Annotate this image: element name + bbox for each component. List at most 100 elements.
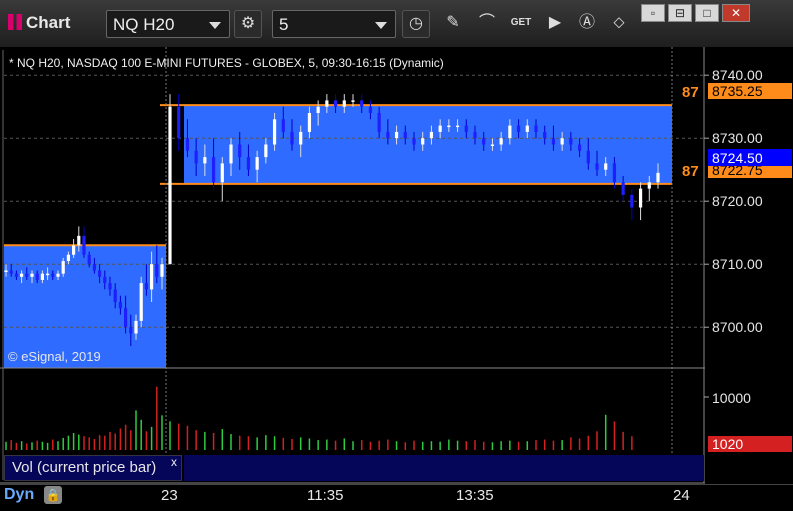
candle-body xyxy=(168,106,172,265)
candle-body xyxy=(255,157,259,170)
close-icon[interactable]: x xyxy=(171,455,177,469)
candle-body xyxy=(490,144,495,146)
candle-body xyxy=(342,100,346,107)
candle-body xyxy=(211,157,216,183)
candle-body xyxy=(307,113,312,132)
price-tick-label: 8740.00 xyxy=(712,67,763,83)
vol-last-value: 1020 xyxy=(712,436,743,452)
candle-body xyxy=(482,138,486,145)
candle-body xyxy=(40,273,44,280)
dynamic-label[interactable]: Dyn xyxy=(4,486,34,504)
candle-body xyxy=(9,270,13,274)
candle-body xyxy=(604,163,608,170)
candle-body xyxy=(333,100,338,107)
candle-body xyxy=(87,254,91,265)
price-tick-label: 8700.00 xyxy=(712,319,763,335)
candle-body xyxy=(630,194,634,208)
candle-body xyxy=(61,261,65,274)
candle-body xyxy=(160,264,164,277)
candle-body xyxy=(403,131,407,139)
candle-body xyxy=(51,273,55,277)
candle-body xyxy=(113,289,117,302)
candle-body xyxy=(316,106,320,113)
candle-body xyxy=(150,264,154,290)
candle-body xyxy=(46,273,50,276)
candle-body xyxy=(421,138,425,145)
candle-body xyxy=(543,131,547,139)
price-tick-label: 8710.00 xyxy=(712,256,763,272)
candle-body xyxy=(525,125,529,132)
candle-body xyxy=(30,273,34,277)
level-label-upper: 87 xyxy=(682,84,699,101)
candle-body xyxy=(412,138,416,145)
candle-body xyxy=(299,131,303,145)
candle-body xyxy=(551,138,556,145)
price-tick-label: 8720.00 xyxy=(712,193,763,209)
candle-body xyxy=(238,144,242,158)
candle-body xyxy=(220,163,224,183)
chart-header: * NQ H20, NASDAQ 100 E-MINI FUTURES - GL… xyxy=(9,56,444,70)
candle-body xyxy=(264,144,268,158)
candle-body xyxy=(577,144,582,151)
candle-body xyxy=(368,106,373,113)
candle-body xyxy=(325,100,329,107)
candle-body xyxy=(455,125,460,128)
candle-body xyxy=(621,182,625,195)
candle-body xyxy=(647,182,651,189)
candle-body xyxy=(246,157,251,170)
candle-body xyxy=(144,283,148,290)
candle-body xyxy=(516,125,521,132)
last-price: 8724.50 xyxy=(712,150,763,166)
candle-body xyxy=(155,264,159,277)
candle-body xyxy=(464,125,468,132)
level-label-lower: 87 xyxy=(682,163,699,180)
candle-body xyxy=(272,119,277,145)
candle-body xyxy=(447,125,451,128)
candle-body xyxy=(20,273,24,277)
candle-body xyxy=(124,308,128,328)
candle-body xyxy=(586,150,590,164)
candle-body xyxy=(229,144,233,164)
candle-body xyxy=(499,138,503,145)
candle-body xyxy=(35,273,39,280)
watermark: © eSignal, 2019 xyxy=(8,349,101,364)
x-tick-label: 13:35 xyxy=(456,487,494,504)
candle-body xyxy=(185,138,190,151)
candle-body xyxy=(612,163,617,183)
candle-body xyxy=(14,273,18,277)
candle-body xyxy=(66,254,70,262)
upper-level-price: 8735.25 xyxy=(712,83,763,99)
vol-tick-label: 10000 xyxy=(712,390,751,406)
candle-body xyxy=(534,125,538,132)
price-tick-label: 8730.00 xyxy=(712,130,763,146)
candle-body xyxy=(560,138,564,145)
x-tick-label: 24 xyxy=(673,487,690,504)
candle-body xyxy=(638,188,643,208)
candle-body xyxy=(129,327,133,334)
candle-body xyxy=(25,273,29,277)
candle-body xyxy=(72,245,76,255)
candle-body xyxy=(360,100,364,107)
candle-body xyxy=(394,131,399,139)
candle-body xyxy=(203,157,207,164)
candle-body xyxy=(386,131,390,139)
candle-body xyxy=(56,273,60,277)
price-chart[interactable]: * NQ H20, NASDAQ 100 E-MINI FUTURES - GL… xyxy=(0,0,793,510)
volume-study-label[interactable]: Vol (current price bar) xyxy=(4,455,182,481)
candle-body xyxy=(139,283,143,321)
candle-body xyxy=(508,125,512,139)
candle-body xyxy=(438,125,442,132)
candle-body xyxy=(108,283,112,290)
candle-body xyxy=(77,235,81,246)
candle-body xyxy=(82,235,86,255)
candle-body xyxy=(98,270,102,277)
candle-body xyxy=(595,163,599,170)
candle-body xyxy=(351,100,355,102)
x-tick-label: 11:35 xyxy=(307,487,344,504)
lock-icon[interactable]: 🔒 xyxy=(44,486,62,504)
candle-body xyxy=(377,113,381,132)
x-tick-label: 23 xyxy=(161,487,178,504)
candle-body xyxy=(103,276,107,284)
volume-study-strip xyxy=(184,455,704,481)
candle-body xyxy=(290,131,294,145)
